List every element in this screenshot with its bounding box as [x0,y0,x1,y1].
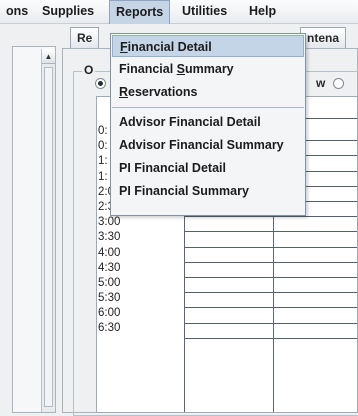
menu-item-pi-financial-summary[interactable]: PI Financial Summary [112,180,304,202]
menu-supplies[interactable]: Supplies [36,0,100,24]
menu-item-financial-detail[interactable]: Financial Detail [112,35,304,57]
menu-bar: ons Supplies Reports Utilities Help [0,0,358,24]
grid-row-line [185,231,357,233]
menu-item-reservations[interactable]: Reservations [112,81,304,103]
tab-label: ntena [307,31,340,45]
reports-dropdown-menu: Financial Detail Financial Summary Reser… [110,33,306,216]
tab-reservations[interactable]: Re [70,27,100,49]
tab-maintenance[interactable]: ntena [300,27,347,49]
view-radio-selected[interactable] [95,78,106,89]
view-label: w [316,76,326,90]
menu-help[interactable]: Help [243,0,282,24]
time-label: 3:30 [98,231,121,244]
time-label: 4:00 [98,246,121,259]
menu-item-financial-summary[interactable]: Financial Summary [112,58,304,80]
left-list-panel: ▲ [12,46,56,413]
menu-item-pi-financial-detail[interactable]: PI Financial Detail [112,157,304,179]
menu-item-advisor-financial-detail[interactable]: Advisor Financial Detail [112,111,304,133]
time-label: 4:30 [98,261,121,274]
grid-row-line [185,322,357,324]
time-label: 5:30 [98,292,121,305]
menu-reports[interactable]: Reports [109,0,171,24]
view-radio[interactable] [333,78,344,89]
menu-operations[interactable]: ons [0,0,34,24]
vertical-scrollbar[interactable]: ▲ [41,49,55,412]
grid-row-line [185,337,357,339]
time-label: 6:30 [98,322,121,335]
menu-separator [112,107,304,108]
menu-item-advisor-financial-summary[interactable]: Advisor Financial Summary [112,134,304,156]
grid-row-line [185,277,357,278]
time-label: 5:00 [98,276,121,289]
scroll-track[interactable] [44,67,53,407]
group-title: O [82,63,96,77]
grid-row-line [185,307,357,309]
grid-row-line [185,246,357,248]
grid-row-line [185,216,357,218]
grid-row-line [185,261,357,263]
scroll-up-arrow-icon[interactable]: ▲ [42,49,55,64]
time-label: 3:00 [98,216,121,229]
tab-label: Re [77,31,93,45]
grid-row-line [185,292,357,294]
menu-utilities[interactable]: Utilities [176,0,233,24]
time-label: 6:00 [98,307,121,320]
